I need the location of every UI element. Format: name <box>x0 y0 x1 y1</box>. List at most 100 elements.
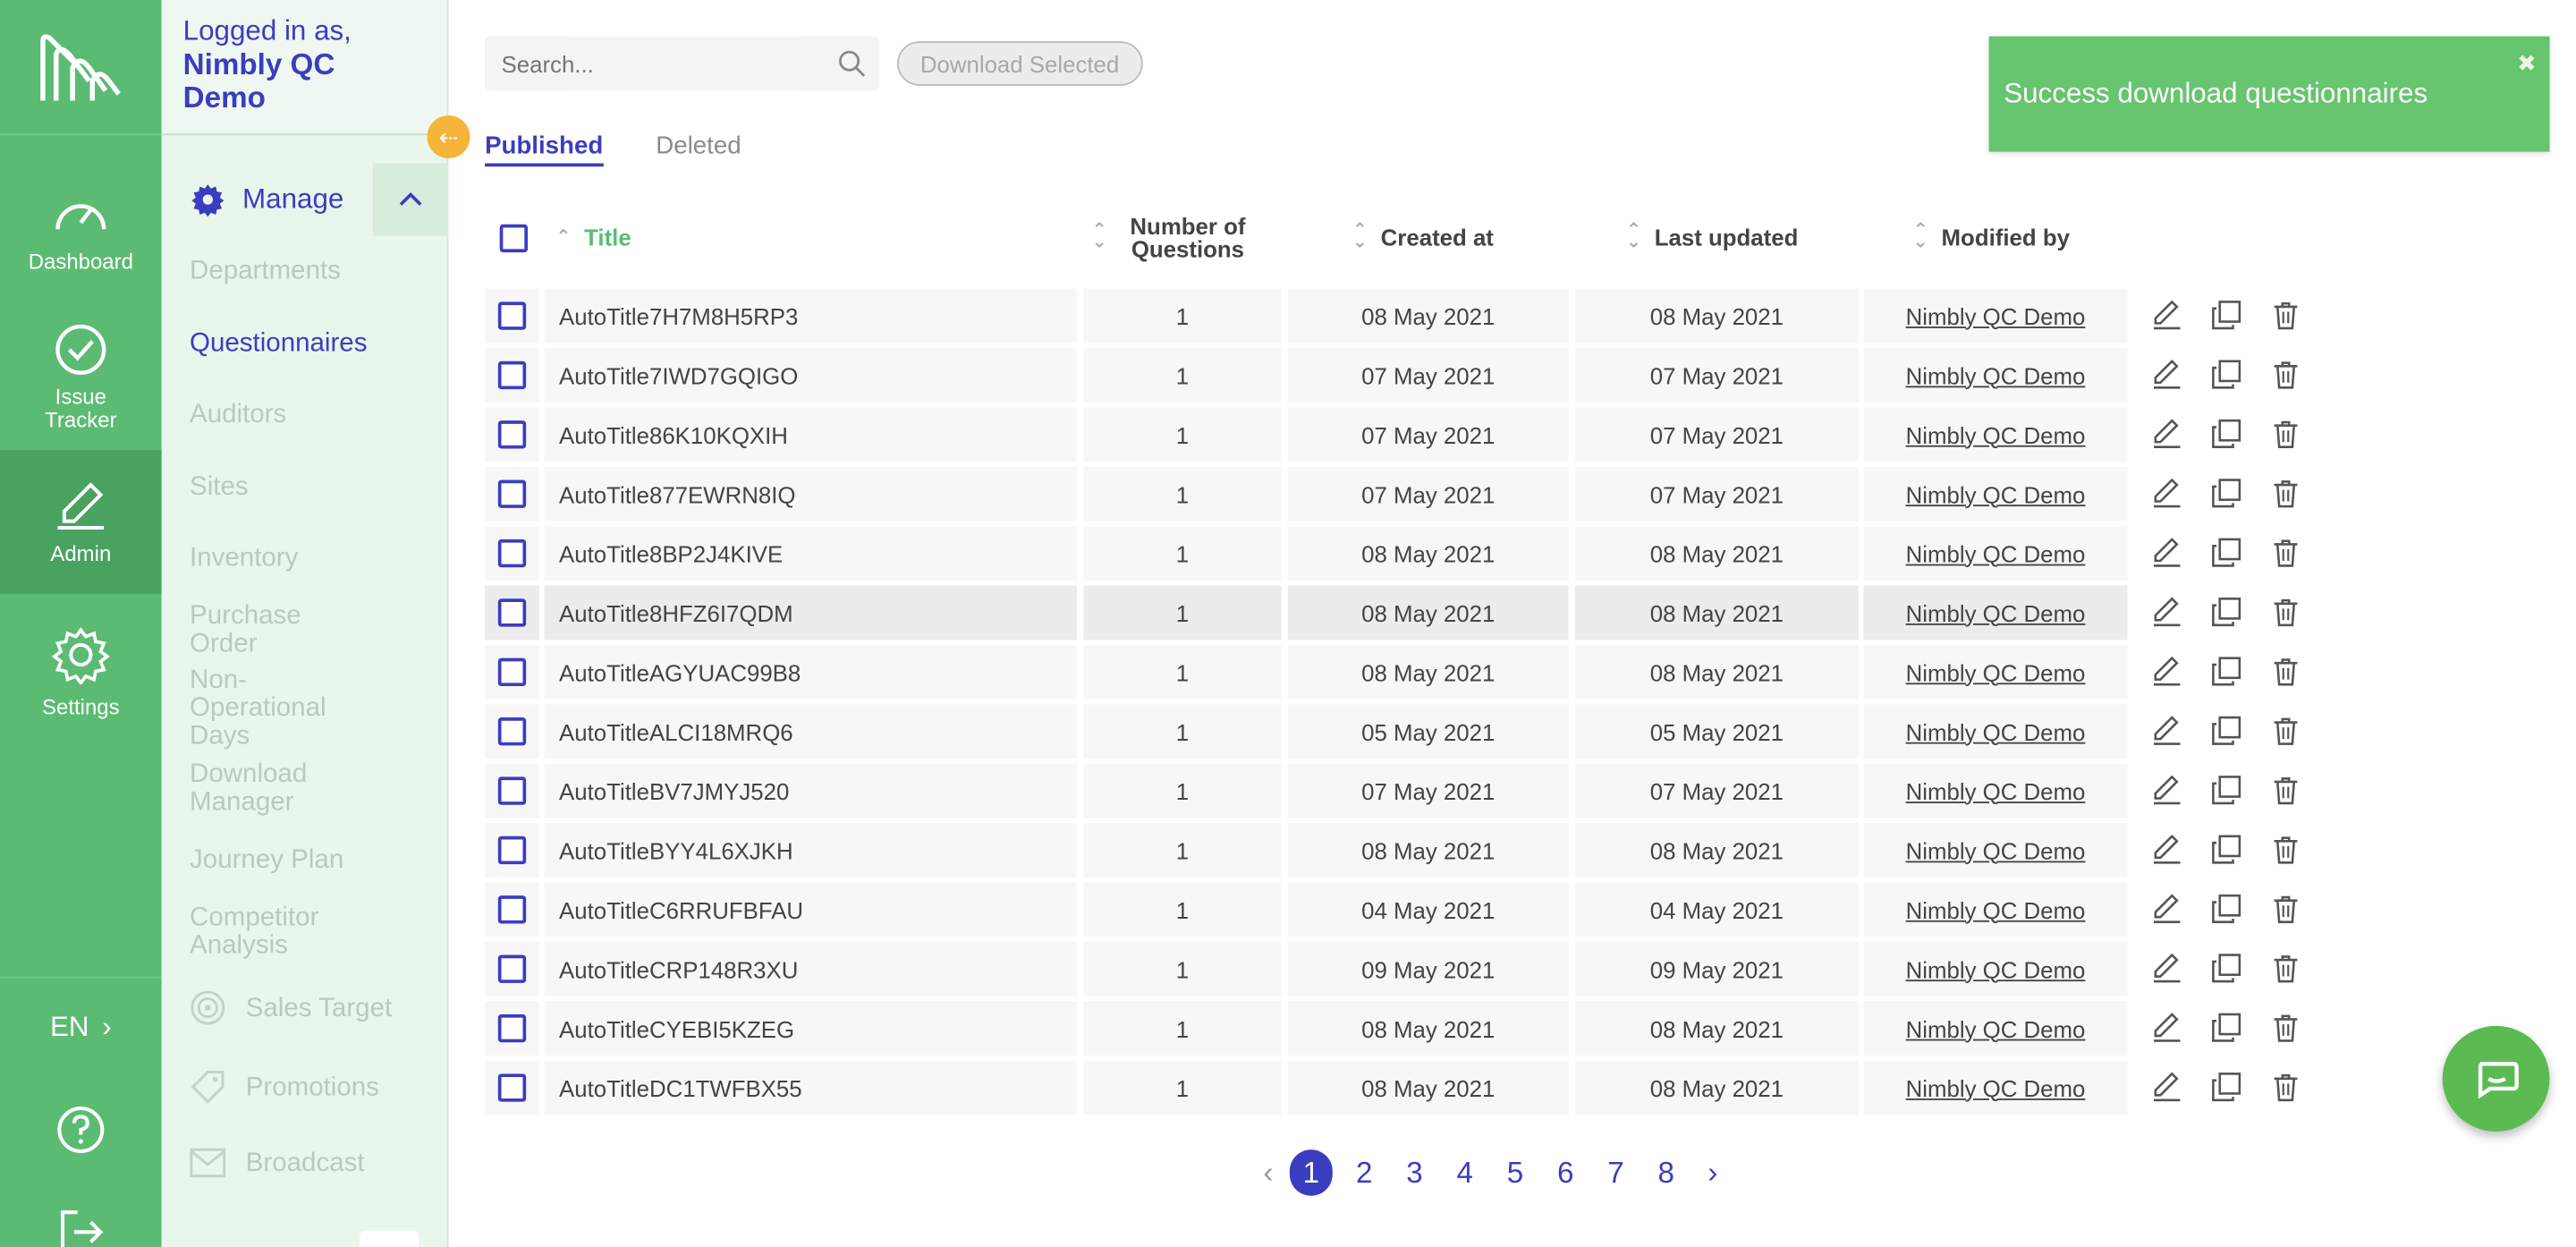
logout-button[interactable] <box>58 1209 105 1247</box>
table-row[interactable]: AutoTitle877EWRN8IQ 1 07 May 2021 07 May… <box>485 465 2332 524</box>
cell-title[interactable]: AutoTitleBYY4L6XJKH <box>544 823 1078 878</box>
cell-title[interactable]: AutoTitleC6RRUFBFAU <box>544 882 1078 937</box>
search-icon[interactable] <box>838 49 866 77</box>
col-last-updated[interactable]: ⌃ ⌄ Last updated <box>1626 205 1798 271</box>
cell-modified-by-link[interactable]: Nimbly QC Demo <box>1863 644 2128 700</box>
row-checkbox[interactable] <box>497 598 527 627</box>
help-button[interactable] <box>56 1105 106 1163</box>
page-link[interactable]: 1 <box>1289 1149 1333 1196</box>
row-checkbox[interactable] <box>497 717 527 746</box>
duplicate-icon[interactable] <box>2210 299 2243 332</box>
table-row[interactable]: AutoTitle8BP2J4KIVE 1 08 May 2021 08 May… <box>485 524 2332 583</box>
sidebar-item-competitor-analysis[interactable]: Competitor Analysis <box>190 903 354 960</box>
chat-button[interactable] <box>2442 1025 2550 1132</box>
nimbly-logo[interactable] <box>0 0 162 136</box>
row-checkbox[interactable] <box>497 479 527 508</box>
page-link[interactable]: 4 <box>1440 1156 1490 1191</box>
rail-settings[interactable]: Settings <box>0 614 162 729</box>
tab-published[interactable]: Published <box>485 132 604 167</box>
cell-modified-by-link[interactable]: Nimbly QC Demo <box>1863 1001 2128 1056</box>
col-num-questions[interactable]: ⌃ ⌄ Number of Questions <box>1092 205 1256 271</box>
page-link[interactable]: 6 <box>1540 1156 1590 1191</box>
cell-modified-by-link[interactable]: Nimbly QC Demo <box>1863 348 2128 403</box>
tab-deleted[interactable]: Deleted <box>656 132 741 167</box>
edit-icon[interactable] <box>2150 596 2183 629</box>
table-row[interactable]: AutoTitle86K10KQXIH 1 07 May 2021 07 May… <box>485 406 2332 465</box>
edit-icon[interactable] <box>2150 358 2183 391</box>
cell-title[interactable]: AutoTitle8BP2J4KIVE <box>544 526 1078 581</box>
rail-admin[interactable]: Admin <box>0 450 162 594</box>
sidebar-item-inventory[interactable]: Inventory <box>190 544 420 572</box>
page-link[interactable]: 2 <box>1339 1156 1389 1191</box>
cell-title[interactable]: AutoTitle877EWRN8IQ <box>544 466 1078 522</box>
trash-icon[interactable] <box>2269 714 2302 747</box>
table-row[interactable]: AutoTitleAGYUAC99B8 1 08 May 2021 08 May… <box>485 643 2332 702</box>
table-row[interactable]: AutoTitle7IWD7GQIGO 1 07 May 2021 07 May… <box>485 346 2332 405</box>
trash-icon[interactable] <box>2269 1071 2302 1104</box>
row-checkbox[interactable] <box>497 1073 527 1102</box>
chevron-right-icon[interactable]: › <box>1707 1156 1734 1191</box>
cell-title[interactable]: AutoTitleCYEBI5KZEG <box>544 1001 1078 1056</box>
duplicate-icon[interactable] <box>2210 892 2243 925</box>
cell-title[interactable]: AutoTitle8HFZ6I7QDM <box>544 585 1078 640</box>
edit-icon[interactable] <box>2150 774 2183 807</box>
cell-modified-by-link[interactable]: Nimbly QC Demo <box>1863 882 2128 937</box>
sidebar-item-non-operational-days[interactable]: Non-Operational Days <box>190 666 354 751</box>
chevron-left-icon[interactable]: ‹ <box>1263 1156 1290 1191</box>
edit-icon[interactable] <box>2150 952 2183 985</box>
row-checkbox[interactable] <box>497 895 527 924</box>
sidebar-bottom-handle[interactable] <box>359 1230 419 1247</box>
col-title[interactable]: ⌃ Title <box>555 205 631 271</box>
cell-modified-by-link[interactable]: Nimbly QC Demo <box>1863 823 2128 878</box>
col-modified-by[interactable]: ⌃ ⌄ Modified by <box>1913 205 2070 271</box>
col-created-at[interactable]: ⌃ ⌄ Created at <box>1352 205 1494 271</box>
row-checkbox[interactable] <box>497 420 527 449</box>
trash-icon[interactable] <box>2269 477 2302 510</box>
cell-title[interactable]: AutoTitleALCI18MRQ6 <box>544 704 1078 759</box>
duplicate-icon[interactable] <box>2210 952 2243 985</box>
page-link[interactable]: 3 <box>1389 1156 1439 1191</box>
rail-issue-tracker[interactable]: Issue Tracker <box>0 310 162 445</box>
trash-icon[interactable] <box>2269 1011 2302 1044</box>
row-checkbox[interactable] <box>497 361 527 390</box>
duplicate-icon[interactable] <box>2210 417 2243 450</box>
trash-icon[interactable] <box>2269 596 2302 629</box>
row-checkbox[interactable] <box>497 776 527 805</box>
duplicate-icon[interactable] <box>2210 1071 2243 1104</box>
row-checkbox[interactable] <box>497 301 527 330</box>
sidebar-item-purchase-order[interactable]: Purchase Order <box>190 602 338 658</box>
table-row[interactable]: AutoTitle7H7M8H5RP3 1 08 May 2021 08 May… <box>485 287 2332 346</box>
chevron-up-icon[interactable] <box>372 163 449 236</box>
edit-icon[interactable] <box>2150 477 2183 510</box>
table-row[interactable]: AutoTitle8HFZ6I7QDM 1 08 May 2021 08 May… <box>485 584 2332 643</box>
table-row[interactable]: AutoTitleBV7JMYJ520 1 07 May 2021 07 May… <box>485 762 2332 821</box>
trash-icon[interactable] <box>2269 536 2302 569</box>
trash-icon[interactable] <box>2269 774 2302 807</box>
row-checkbox[interactable] <box>497 836 527 865</box>
trash-icon[interactable] <box>2269 655 2302 688</box>
edit-icon[interactable] <box>2150 1011 2183 1044</box>
cell-modified-by-link[interactable]: Nimbly QC Demo <box>1863 288 2128 344</box>
table-row[interactable]: AutoTitleBYY4L6XJKH 1 08 May 2021 08 May… <box>485 821 2332 880</box>
edit-icon[interactable] <box>2150 536 2183 569</box>
cell-modified-by-link[interactable]: Nimbly QC Demo <box>1863 763 2128 819</box>
duplicate-icon[interactable] <box>2210 596 2243 629</box>
cell-modified-by-link[interactable]: Nimbly QC Demo <box>1863 941 2128 997</box>
page-link[interactable]: 8 <box>1641 1156 1691 1191</box>
cell-title[interactable]: AutoTitleCRP148R3XU <box>544 941 1078 997</box>
manage-section-toggle[interactable]: Manage <box>162 163 449 236</box>
trash-icon[interactable] <box>2269 952 2302 985</box>
cell-modified-by-link[interactable]: Nimbly QC Demo <box>1863 526 2128 581</box>
trash-icon[interactable] <box>2269 299 2302 332</box>
row-checkbox[interactable] <box>497 954 527 983</box>
table-row[interactable]: AutoTitleCYEBI5KZEG 1 08 May 2021 08 May… <box>485 999 2332 1058</box>
cell-title[interactable]: AutoTitleAGYUAC99B8 <box>544 644 1078 700</box>
cell-modified-by-link[interactable]: Nimbly QC Demo <box>1863 407 2128 462</box>
row-checkbox[interactable] <box>497 539 527 568</box>
trash-icon[interactable] <box>2269 892 2302 925</box>
download-selected-button[interactable]: Download Selected <box>897 41 1143 86</box>
page-link[interactable]: 7 <box>1590 1156 1640 1191</box>
sidebar-item-sales-target[interactable]: Sales Target <box>190 989 420 1026</box>
page-link[interactable]: 5 <box>1490 1156 1540 1191</box>
sidebar-item-promotions[interactable]: Promotions <box>190 1069 420 1106</box>
